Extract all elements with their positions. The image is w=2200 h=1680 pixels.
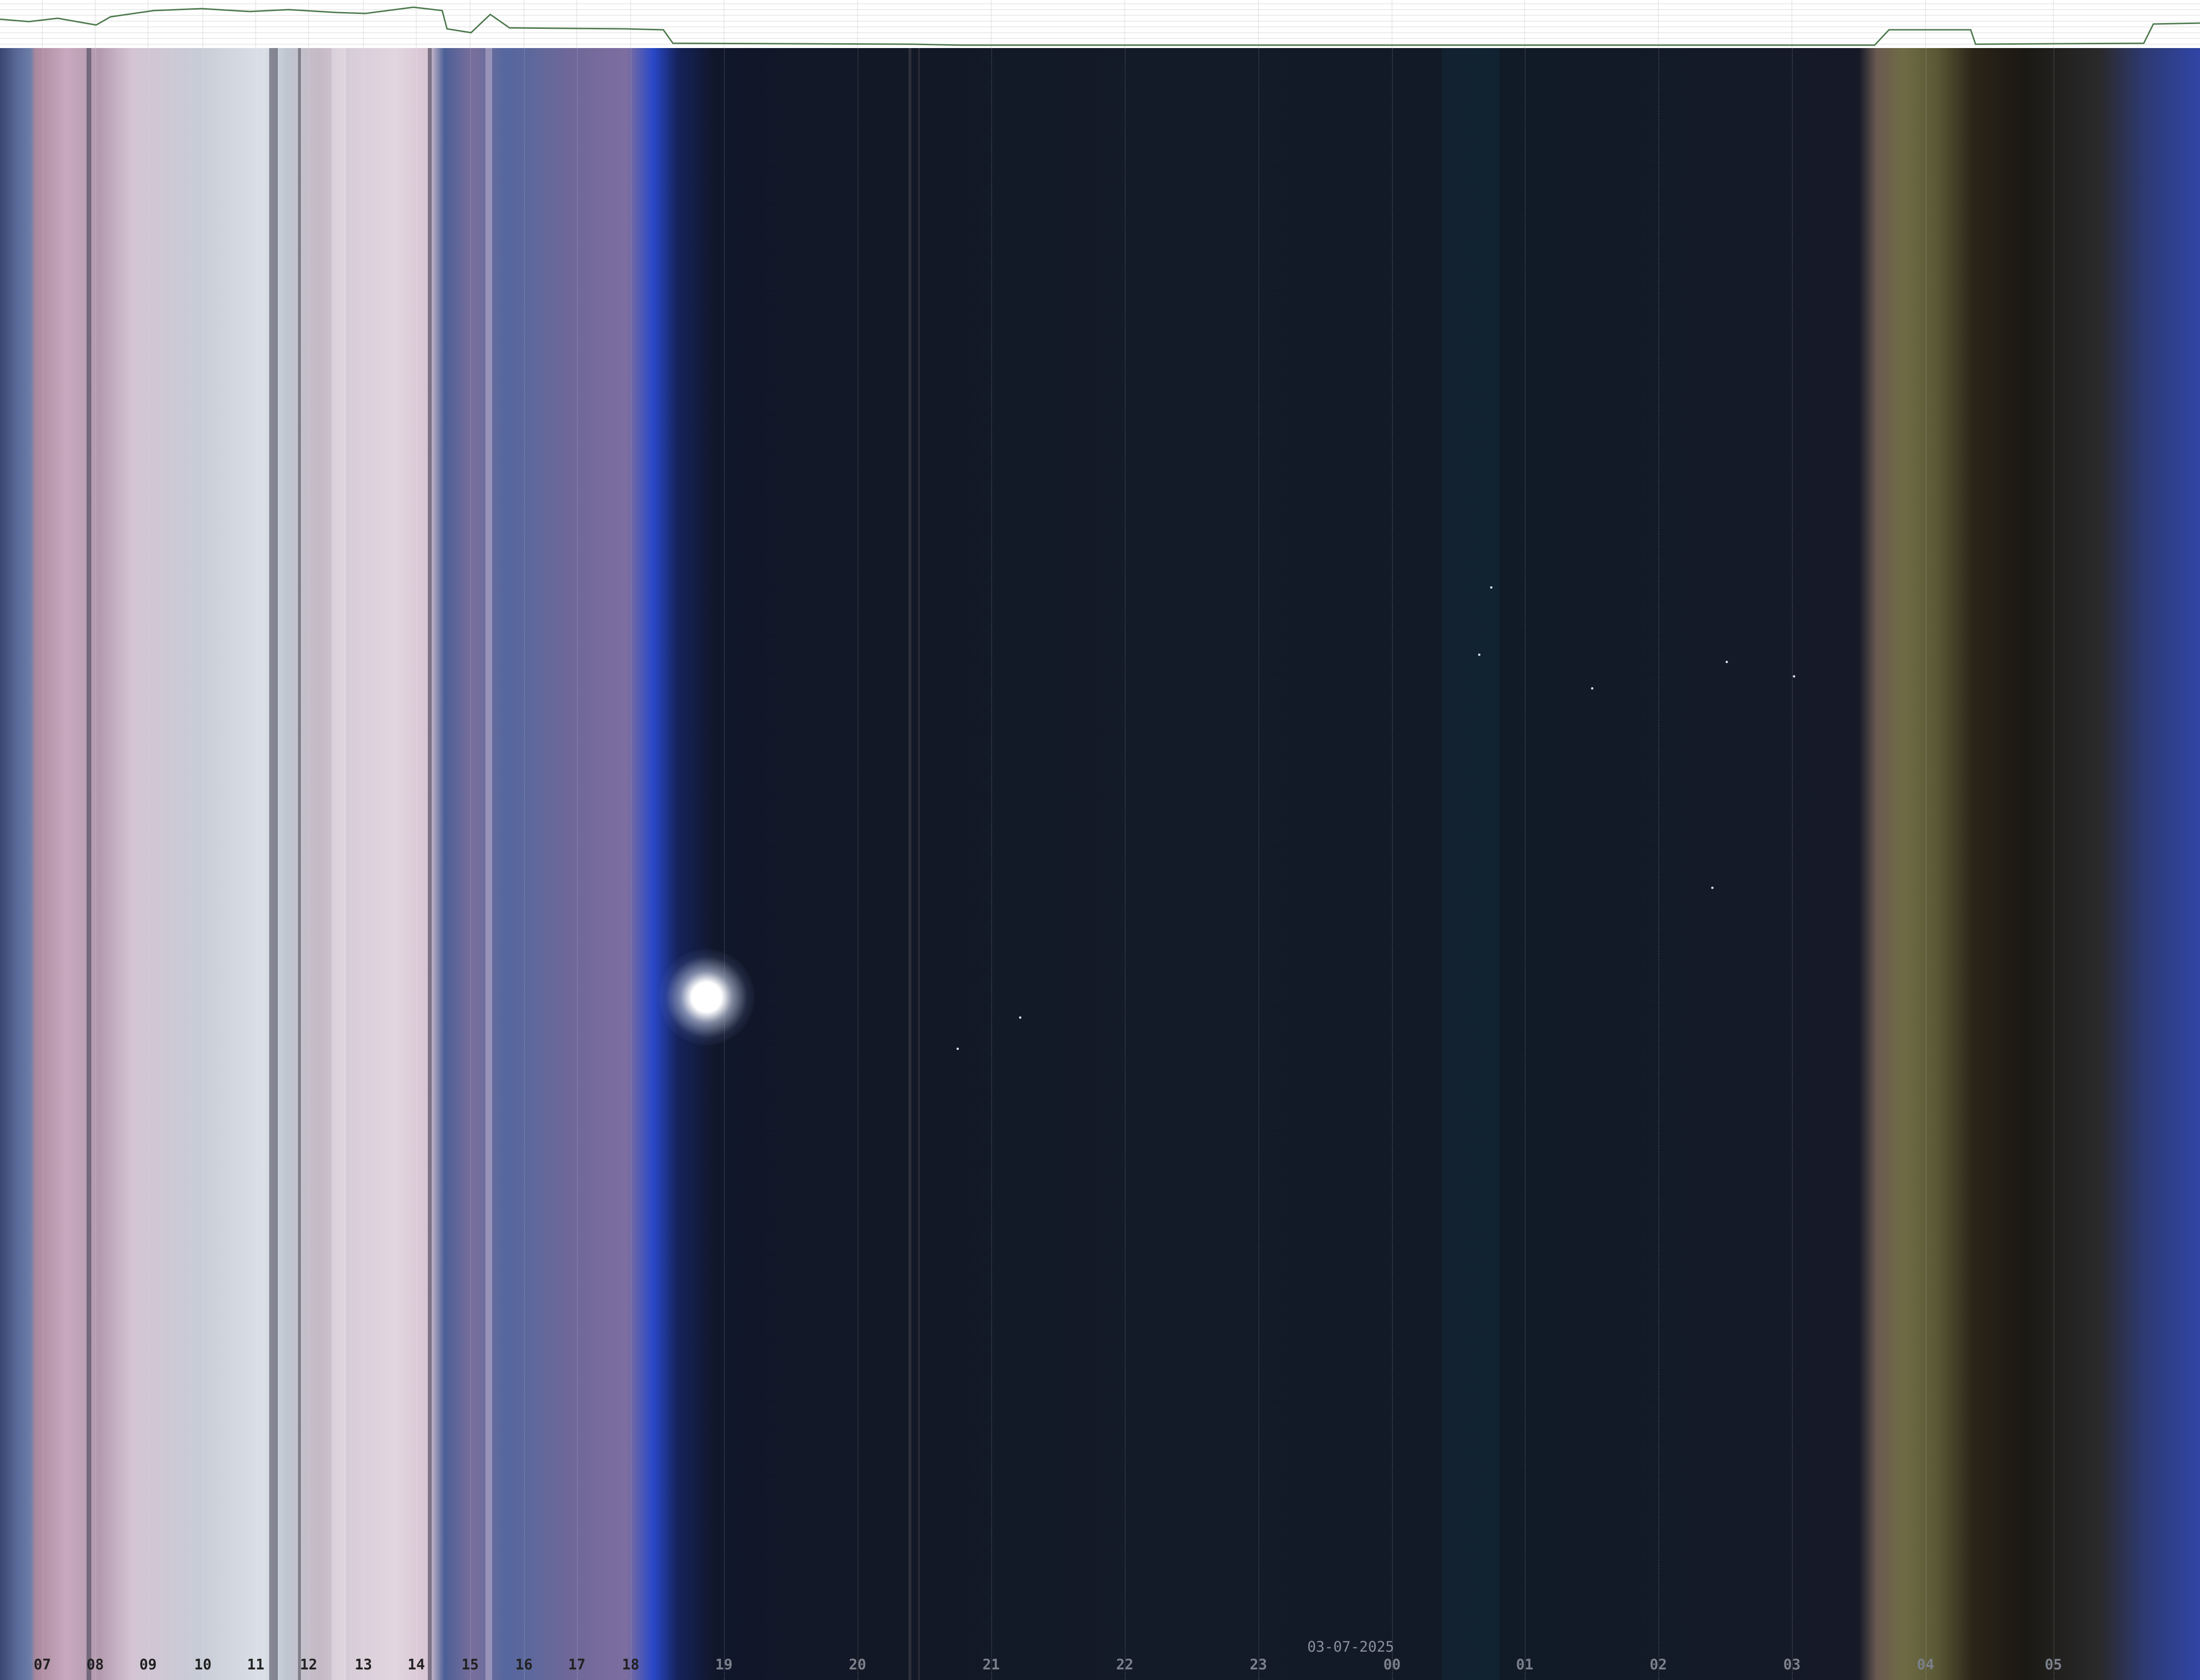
hour-gridline (2053, 48, 2054, 1680)
hour-label: 22 (1116, 1656, 1134, 1673)
star (1793, 675, 1795, 678)
dark-streak (298, 48, 301, 1680)
hour-label: 18 (621, 1656, 640, 1673)
date-label: 03-07-2025 (1307, 1639, 1394, 1655)
hour-label: 12 (299, 1656, 318, 1673)
hour-label: 08 (86, 1656, 104, 1673)
hour-gridline (95, 48, 96, 1680)
hour-label: 11 (247, 1656, 265, 1673)
hour-gridline (1926, 48, 1927, 1680)
hour-gridline (1258, 48, 1259, 1680)
star (1591, 687, 1593, 690)
bright-streak (332, 48, 346, 1680)
sky-strip (0, 48, 2200, 1680)
hour-gridline (1525, 48, 1526, 1680)
hour-gridline (470, 48, 471, 1680)
hour-label: 03 (1783, 1656, 1801, 1673)
hour-label: 13 (354, 1656, 373, 1673)
hour-gridline (524, 48, 525, 1680)
hour-gridline (256, 48, 257, 1680)
hour-gridline (148, 48, 149, 1680)
hour-label: 02 (1649, 1656, 1667, 1673)
hour-label: 01 (1516, 1656, 1534, 1673)
moon-glow (659, 949, 755, 1045)
keogram-image: 07 08 09 10 11 12 13 14 15 16 17 18 19 20 21 22 23 00 01 02… (0, 0, 2200, 1680)
hour-label: 23 (1249, 1656, 1268, 1673)
hour-label: 16 (515, 1656, 533, 1673)
bright-streak (485, 48, 492, 1680)
hour-label: 10 (194, 1656, 212, 1673)
star (957, 1048, 959, 1050)
hour-gridline (1792, 48, 1793, 1680)
hour-label: 17 (568, 1656, 586, 1673)
hour-label: 14 (407, 1656, 425, 1673)
hour-gridline (1658, 48, 1659, 1680)
star (1726, 661, 1728, 663)
dark-streak (428, 48, 432, 1680)
star (1711, 887, 1714, 889)
hour-gridline (1392, 48, 1393, 1680)
faint-streak (908, 48, 911, 1680)
hour-gridline (724, 48, 725, 1680)
hour-gridline (991, 48, 992, 1680)
hour-label: 05 (2044, 1656, 2063, 1673)
hour-gridline (416, 48, 417, 1680)
hour-label: 07 (33, 1656, 51, 1673)
dark-streak (87, 48, 91, 1680)
hour-label: 04 (1916, 1656, 1935, 1673)
hour-label: 00 (1383, 1656, 1401, 1673)
faint-streak (918, 48, 920, 1680)
hour-gridline (1125, 48, 1126, 1680)
hour-label: 15 (461, 1656, 479, 1673)
hour-gridline (363, 48, 364, 1680)
hour-label: 20 (848, 1656, 867, 1673)
hour-gridline (42, 48, 43, 1680)
trace-grid (0, 0, 2200, 48)
hour-gridline (577, 48, 578, 1680)
hour-label: 19 (715, 1656, 733, 1673)
faint-streak (1442, 48, 1500, 1680)
star (1478, 654, 1480, 656)
hour-gridline (309, 48, 310, 1680)
dark-streak (269, 48, 278, 1680)
hour-label: 09 (139, 1656, 157, 1673)
star (1490, 586, 1492, 589)
hour-label: 21 (982, 1656, 1000, 1673)
hour-gridline (203, 48, 204, 1680)
hour-gridline (631, 48, 632, 1680)
star (1019, 1016, 1021, 1019)
brightness-trace-panel (0, 0, 2200, 48)
brightness-trace-chart (0, 0, 2200, 48)
brightness-trace-line (0, 6, 2200, 46)
